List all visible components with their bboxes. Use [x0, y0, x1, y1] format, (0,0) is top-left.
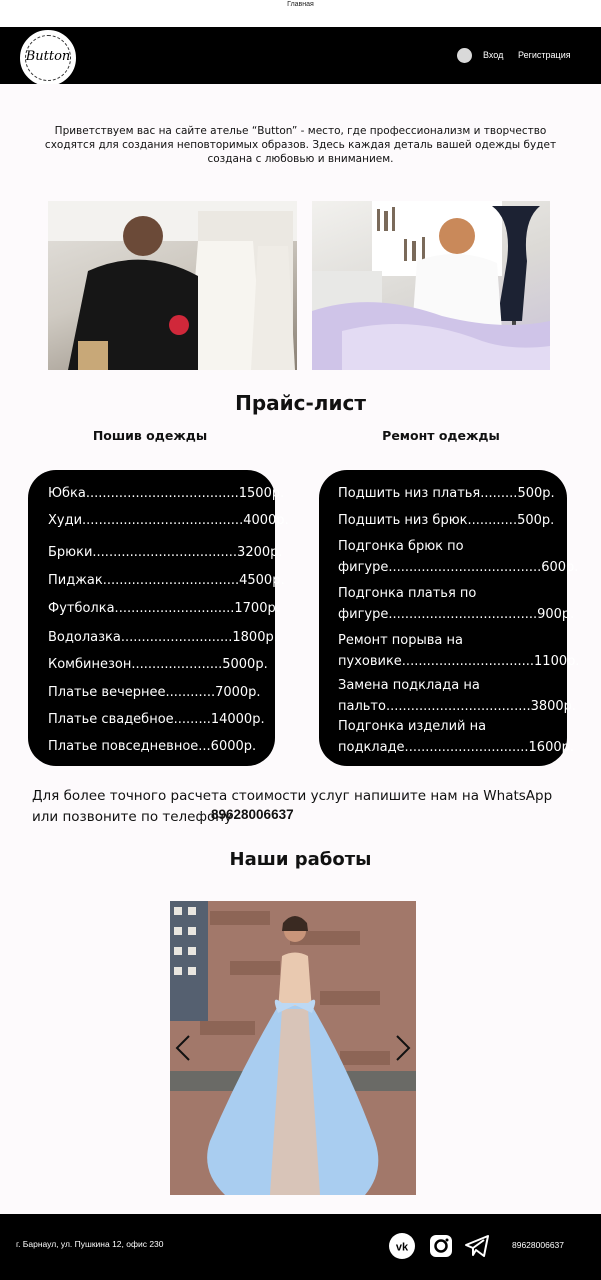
price-item: Футболка.............................170…: [48, 601, 280, 616]
svg-text:vk: vk: [396, 1242, 409, 1254]
welcome-text: Приветствуем вас на сайте ателье “Button…: [44, 125, 557, 165]
price-item: Водолазка...........................1800…: [48, 630, 278, 645]
chevron-right-icon: [396, 1035, 411, 1061]
site-header: Button Вход Регистрация: [0, 27, 601, 86]
vk-icon: vk: [389, 1233, 415, 1259]
works-title: Наши работы: [229, 849, 372, 870]
price-item: Подгонка брюк по фигуре.................…: [338, 539, 579, 575]
instagram-link[interactable]: [427, 1232, 455, 1260]
price-item: Подгонка платья по фигуре...............…: [338, 586, 575, 622]
login-link[interactable]: Вход: [483, 50, 503, 60]
price-item: Подшить низ брюк............500р.: [338, 513, 555, 528]
footer-phone[interactable]: 89628006637: [512, 1240, 564, 1250]
register-link[interactable]: Регистрация: [518, 50, 571, 60]
contact-note: Для более точного расчета стоимости услу…: [32, 788, 553, 825]
price-item: Брюки...................................…: [48, 545, 283, 560]
price-item: Подгонка изделий на подкладе............…: [338, 719, 574, 755]
logo-text: Button: [25, 49, 71, 64]
price-item: Платье повседневное...6000р.: [48, 739, 257, 754]
price-list-title: Прайс-лист: [235, 391, 366, 415]
contact-phone[interactable]: 89628006637: [211, 807, 294, 822]
page-tab-title: Главная: [287, 1, 314, 8]
sewing-section-title: Пошив одежды: [92, 428, 208, 443]
vk-link[interactable]: vk: [388, 1232, 416, 1260]
gallery-prev-button[interactable]: [173, 1033, 193, 1063]
price-item: Ремонт порыва на пуховике...............…: [338, 633, 580, 669]
sewing-price-box: Юбка....................................…: [28, 470, 289, 766]
telegram-icon: [465, 1235, 489, 1257]
price-item: Подшить низ платья.........500р.: [338, 486, 555, 501]
price-item: Платье свадебное.........14000р.: [48, 712, 265, 727]
user-avatar-icon[interactable]: [457, 48, 472, 63]
price-item: Комбинезон......................5000р.: [48, 657, 268, 672]
price-item: Пиджак.................................4…: [48, 573, 285, 588]
atelier-photo-seamstress: [48, 201, 297, 370]
logo[interactable]: Button: [20, 30, 76, 86]
works-gallery-image: [170, 901, 416, 1195]
site-footer: г. Барнаул, ул. Пушкина 12, офис 230 vk …: [0, 1214, 601, 1280]
atelier-photo-sewing: [312, 201, 550, 370]
repair-price-box: Подшить низ платья.........500р. Подшить…: [319, 470, 580, 766]
repair-section-title: Ремонт одежды: [382, 428, 500, 443]
price-item: Худи....................................…: [48, 513, 289, 528]
footer-address: г. Барнаул, ул. Пушкина 12, офис 230: [16, 1239, 164, 1249]
gallery-next-button[interactable]: [393, 1033, 413, 1063]
instagram-icon: [430, 1235, 452, 1257]
telegram-link[interactable]: [463, 1232, 491, 1260]
price-item: Платье вечернее............7000р.: [48, 685, 261, 700]
price-item: Замена подклада на пальто...............…: [338, 678, 577, 714]
chevron-left-icon: [175, 1035, 190, 1061]
price-item: Юбка....................................…: [48, 486, 285, 501]
